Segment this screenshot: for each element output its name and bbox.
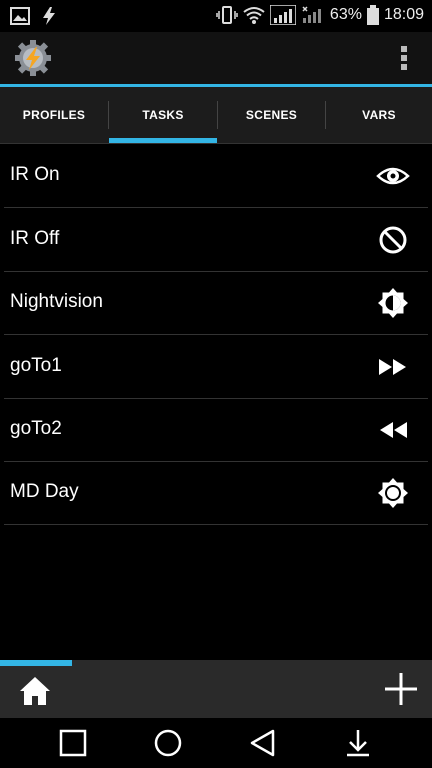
task-row-goto1[interactable]: goTo1	[4, 335, 428, 399]
bottom-toolbar	[0, 660, 432, 718]
clock: 18:09	[383, 6, 424, 23]
task-label: IR Off	[10, 228, 60, 249]
system-nav-bar	[0, 718, 432, 768]
overflow-menu-icon[interactable]	[396, 44, 412, 72]
back-icon[interactable]	[248, 728, 278, 758]
flash-notification-icon	[43, 7, 55, 25]
vibrate-icon	[216, 6, 238, 24]
status-bar: 63% 18:09	[0, 0, 432, 32]
action-bar	[0, 32, 432, 84]
recent-apps-icon[interactable]	[58, 728, 88, 758]
block-icon	[379, 226, 407, 254]
rewind-icon	[380, 422, 407, 438]
home-nav-icon[interactable]	[153, 728, 183, 758]
tab-bar: PROFILES TASKS SCENES VARS	[0, 87, 432, 144]
fast-forward-icon	[379, 359, 406, 375]
tasker-logo-icon[interactable]	[14, 39, 52, 77]
wifi-icon	[243, 7, 265, 24]
eye-icon	[376, 167, 410, 185]
task-label: MD Day	[10, 481, 79, 502]
task-row-ir-off[interactable]: IR Off	[4, 208, 428, 272]
battery-percentage: 63%	[329, 6, 362, 23]
task-label: goTo2	[10, 418, 62, 439]
signal-sim1-icon	[269, 5, 296, 25]
tab-scenes[interactable]: SCENES	[218, 87, 325, 143]
signal-sim2-icon	[302, 6, 321, 23]
task-row-goto2[interactable]: goTo2	[4, 398, 428, 462]
tab-profiles[interactable]: PROFILES	[0, 87, 108, 143]
hide-keyboard-icon[interactable]	[343, 728, 373, 758]
bottom-progress-indicator	[0, 660, 72, 666]
home-icon[interactable]	[18, 674, 52, 708]
task-label: goTo1	[10, 355, 62, 376]
selected-tab-indicator	[109, 138, 217, 143]
brightness-icon	[378, 288, 408, 318]
battery-icon	[366, 5, 379, 25]
task-row-ir-on[interactable]: IR On	[4, 144, 428, 208]
sun-icon	[378, 478, 408, 508]
task-row-md-day[interactable]: MD Day	[4, 461, 428, 525]
tab-tasks[interactable]: TASKS	[109, 87, 217, 143]
add-icon[interactable]	[382, 670, 420, 708]
tab-vars[interactable]: VARS	[326, 87, 432, 143]
gallery-notification-icon	[10, 7, 30, 25]
task-label: Nightvision	[10, 291, 103, 312]
task-row-nightvision[interactable]: Nightvision	[4, 271, 428, 335]
task-label: IR On	[10, 164, 60, 185]
